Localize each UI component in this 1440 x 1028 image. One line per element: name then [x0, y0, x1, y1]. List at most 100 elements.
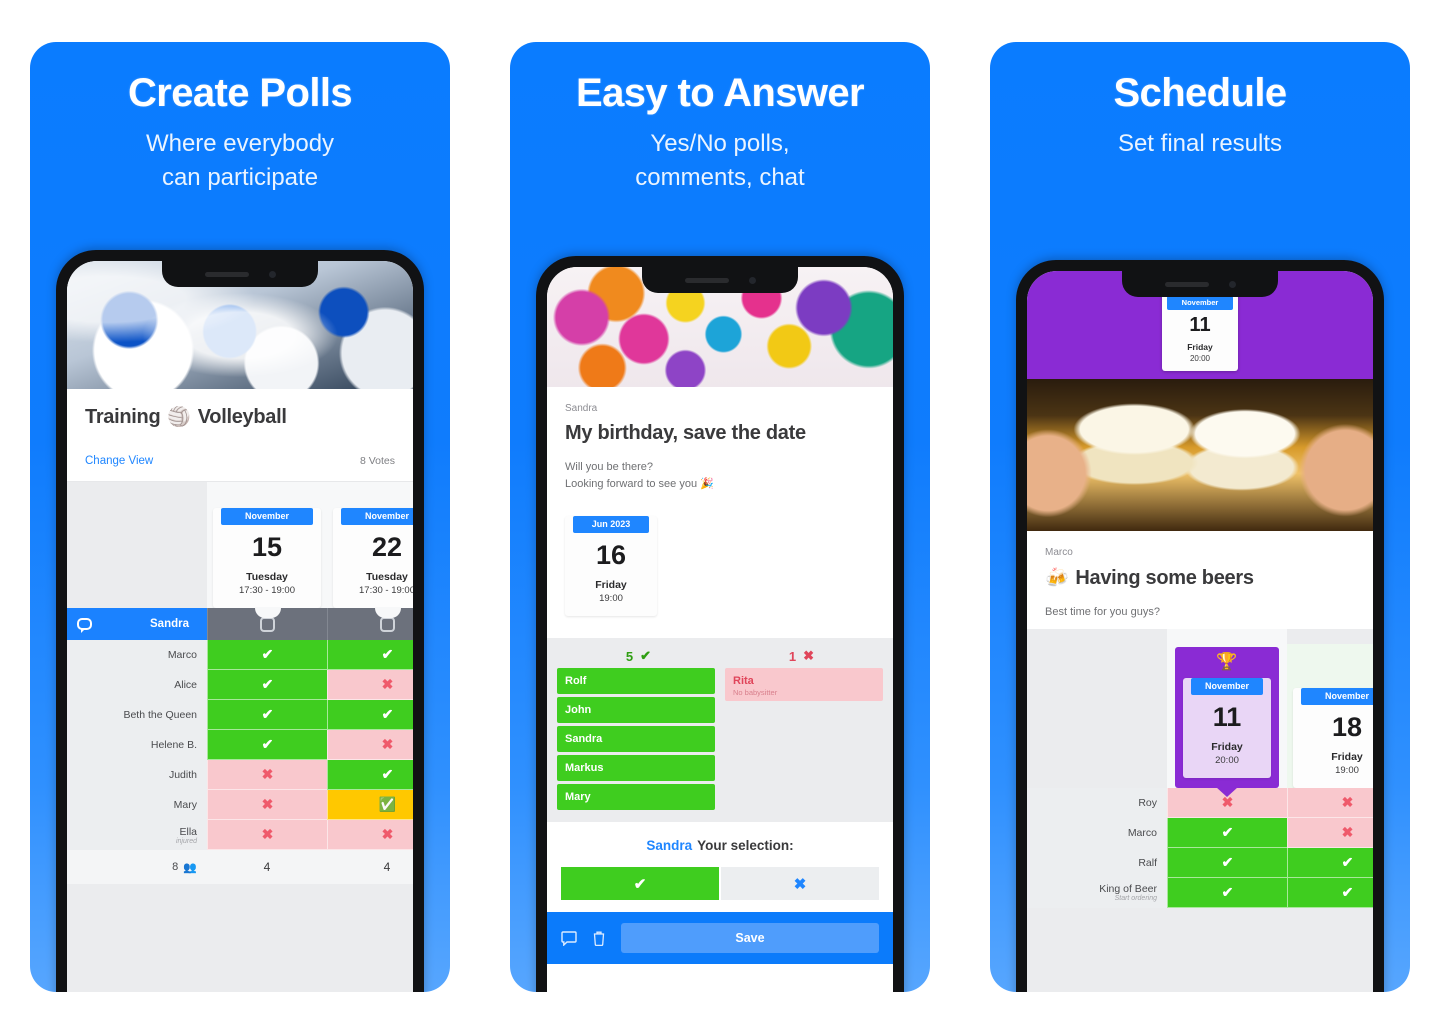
- winner-highlight: 🏆 November 11 Friday 20:00: [1175, 646, 1279, 788]
- poll-title-2: My birthday, save the date: [565, 422, 875, 445]
- front-camera-icon: [1228, 280, 1236, 288]
- poll-title-text: Having some beers: [1075, 566, 1254, 589]
- vote-cell-yes[interactable]: ✔: [1167, 817, 1287, 848]
- date-time: 20:00: [1215, 754, 1239, 766]
- poll-grid-1: November 15 Tuesday 17:30 - 19:00 Novemb…: [67, 482, 413, 992]
- vote-cell-yes[interactable]: ✔: [327, 700, 413, 730]
- no-voter-reason: No babysitter: [733, 688, 778, 697]
- selection-label: Sandra Your selection:: [561, 838, 879, 853]
- voter-name-cell: Ralf: [1027, 847, 1167, 878]
- selection-user: Sandra: [646, 838, 693, 853]
- current-user-name: Sandra: [150, 618, 189, 630]
- phone-screen-2: Sandra My birthday, save the date Will y…: [547, 267, 893, 992]
- totals-row: 8 👥 4 4: [67, 850, 413, 884]
- select-cell-col1[interactable]: [207, 608, 327, 640]
- vote-cell-no[interactable]: ✖: [207, 760, 327, 790]
- yes-voter-chip[interactable]: Rolf: [557, 668, 715, 694]
- date-column-2[interactable]: November 18 Friday 19:00: [1287, 643, 1373, 788]
- speaker-grille-icon: [1164, 281, 1209, 287]
- vote-cell-no[interactable]: ✖: [1287, 817, 1373, 848]
- vote-cell-yes[interactable]: ✔: [207, 700, 327, 730]
- phone-mockup-1: Training 🏐 Volleyball Change View 8 Vote…: [56, 250, 424, 992]
- phone-mockup-3: November 11 Friday 20:00 Marco 🍻 Having …: [1016, 260, 1384, 992]
- current-user-tag[interactable]: Sandra: [67, 608, 223, 640]
- poll-title-tail: Volleyball: [197, 405, 287, 428]
- save-button[interactable]: Save: [621, 923, 879, 953]
- voter-name: Ella: [179, 825, 197, 838]
- vote-yes-button[interactable]: ✔: [561, 867, 719, 900]
- total-participants: 8 👥: [67, 850, 207, 884]
- vote-cell-no[interactable]: ✖: [207, 820, 327, 850]
- vote-no-button[interactable]: ✖: [721, 867, 879, 900]
- checkbox-icon[interactable]: [260, 616, 275, 632]
- poll-date-card-2[interactable]: Jun 2023 16 Friday 19:00: [565, 516, 657, 616]
- yes-no-columns: Rolf John Sandra Markus Mary Rita No babysitt…: [547, 668, 893, 822]
- voter-name-cell: Roy: [1027, 787, 1167, 818]
- speaker-grille-icon: [204, 271, 249, 277]
- voter-name-cell: Beth the Queen: [67, 700, 207, 730]
- change-view-link[interactable]: Change View: [85, 455, 153, 467]
- select-cell-col2[interactable]: [327, 608, 413, 640]
- cross-icon: ✖: [803, 648, 815, 663]
- date-weekday: Friday: [1187, 342, 1213, 352]
- votes-count-label: 8 Votes: [359, 455, 395, 467]
- date-day: 15: [251, 532, 283, 562]
- voter-name: Beth the Queen: [123, 709, 197, 721]
- poll-title-3: 🍻 Having some beers: [1045, 566, 1355, 590]
- chat-icon[interactable]: [77, 618, 92, 633]
- table-row: Ella injured ✖ ✖: [67, 820, 413, 850]
- voter-name-cell: Judith: [67, 760, 207, 790]
- vote-cell-yes[interactable]: ✔: [1167, 877, 1287, 908]
- vote-cell-yes[interactable]: ✔: [327, 640, 413, 670]
- yes-count-header: 5 ✔: [557, 648, 720, 664]
- voter-name-cell: Marco: [67, 640, 207, 670]
- vote-cell-yes[interactable]: ✔: [207, 640, 327, 670]
- date-column-winner[interactable]: 🏆 November 11 Friday 20:00: [1167, 628, 1287, 788]
- voter-name-cell: Marco: [1027, 817, 1167, 848]
- poll-title-text: Training: [85, 405, 161, 428]
- date-card: November 18 Friday 19:00: [1293, 687, 1373, 788]
- yes-voter-chip[interactable]: Sandra: [557, 726, 715, 752]
- voter-name: Mary: [173, 799, 197, 811]
- people-icon: 👥: [183, 861, 197, 874]
- vote-cell-yes[interactable]: ✔: [207, 730, 327, 760]
- yes-voter-chip[interactable]: John: [557, 697, 715, 723]
- yes-no-header: 5 ✔ 1 ✖: [547, 638, 893, 668]
- yes-voter-chip[interactable]: Markus: [557, 755, 715, 781]
- vote-rows-3: Roy ✖ ✖ Marco ✔ ✖ Ralf ✔ ✔ King of Beer Start orde…: [1027, 787, 1373, 908]
- yes-voter-chip[interactable]: Mary: [557, 784, 715, 810]
- trash-icon[interactable]: [593, 931, 605, 946]
- vote-cell-no[interactable]: ✖: [327, 670, 413, 700]
- vote-cell-yes[interactable]: ✔: [1287, 877, 1373, 908]
- chat-icon[interactable]: [561, 930, 577, 946]
- phone-mockup-2: Sandra My birthday, save the date Will y…: [536, 256, 904, 992]
- selection-text: Your selection:: [697, 838, 794, 853]
- table-row: Ralf ✔ ✔: [1027, 847, 1373, 878]
- vote-cell-no[interactable]: ✖: [327, 820, 413, 850]
- no-count: 1: [788, 648, 797, 664]
- vote-cell-yes[interactable]: ✔: [327, 760, 413, 790]
- front-camera-icon: [748, 276, 756, 284]
- vote-cell-no[interactable]: ✖: [207, 790, 327, 820]
- phone-notch: [642, 267, 798, 293]
- vote-cell-maybe[interactable]: ✅: [327, 790, 413, 820]
- voter-name: Alice: [174, 679, 197, 691]
- voter-name-cell: Ella injured: [67, 820, 207, 850]
- table-row: Judith ✖ ✔: [67, 760, 413, 790]
- trophy-icon: 🏆: [1216, 651, 1238, 671]
- date-column-2[interactable]: November 22 Tuesday 17:30 - 19:00: [327, 482, 413, 608]
- checkbox-icon[interactable]: [380, 616, 395, 632]
- your-selection-bar: Sandra Your selection: ✔ ✖: [547, 822, 893, 912]
- vote-cell-yes[interactable]: ✔: [1167, 847, 1287, 878]
- poll-owner-3: Marco: [1045, 547, 1073, 558]
- promo-title-3: Schedule: [1113, 71, 1287, 115]
- vote-cell-no[interactable]: ✖: [1287, 787, 1373, 818]
- vote-cell-no[interactable]: ✖: [327, 730, 413, 760]
- vote-cell-yes[interactable]: ✔: [1287, 847, 1373, 878]
- vote-cell-yes[interactable]: ✔: [207, 670, 327, 700]
- date-column-1[interactable]: November 15 Tuesday 17:30 - 19:00: [207, 482, 327, 608]
- no-voter-chip[interactable]: Rita No babysitter: [725, 668, 883, 701]
- date-card: November 22 Tuesday 17:30 - 19:00: [333, 508, 413, 608]
- date-weekday: Friday: [1211, 740, 1243, 753]
- table-row: Marco ✔ ✖: [1027, 817, 1373, 848]
